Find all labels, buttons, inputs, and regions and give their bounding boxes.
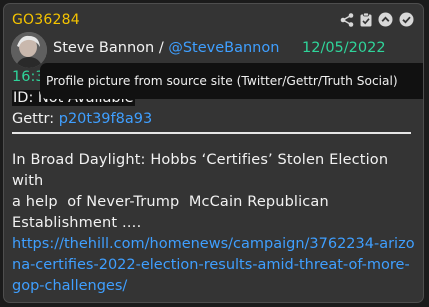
- post-actions: [340, 12, 414, 27]
- author-name: Steve Bannon: [53, 40, 155, 56]
- author-handle-link[interactable]: @SteveBannon: [168, 40, 279, 56]
- avatar[interactable]: [11, 32, 47, 68]
- post-date: 12/05/2022: [302, 40, 386, 56]
- check-circle-icon[interactable]: [399, 12, 414, 27]
- author-line: Steve Bannon / @SteveBannon: [53, 40, 279, 56]
- gettr-label: Gettr:: [12, 111, 55, 127]
- share-icon[interactable]: [340, 12, 354, 27]
- avatar-tooltip: Profile picture from source site (Twitte…: [40, 63, 423, 99]
- gettr-link[interactable]: p20t39f8a93: [59, 111, 152, 127]
- author-separator: /: [158, 40, 164, 56]
- gettr-line: Gettr: p20t39f8a93: [12, 111, 152, 127]
- post-body: In Broad Daylight: Hobbs ‘Certifies’ Sto…: [12, 152, 389, 231]
- clipboard-check-icon[interactable]: [360, 12, 372, 27]
- post-id: GO36284: [12, 12, 80, 28]
- divider: [12, 132, 411, 134]
- post-card: GO36284 Steve Bannon / @SteveBannon 12/0…: [3, 3, 424, 303]
- chevron-up-circle-icon[interactable]: [378, 12, 393, 27]
- article-link[interactable]: https://thehill.com/homenews/campaign/37…: [12, 234, 417, 297]
